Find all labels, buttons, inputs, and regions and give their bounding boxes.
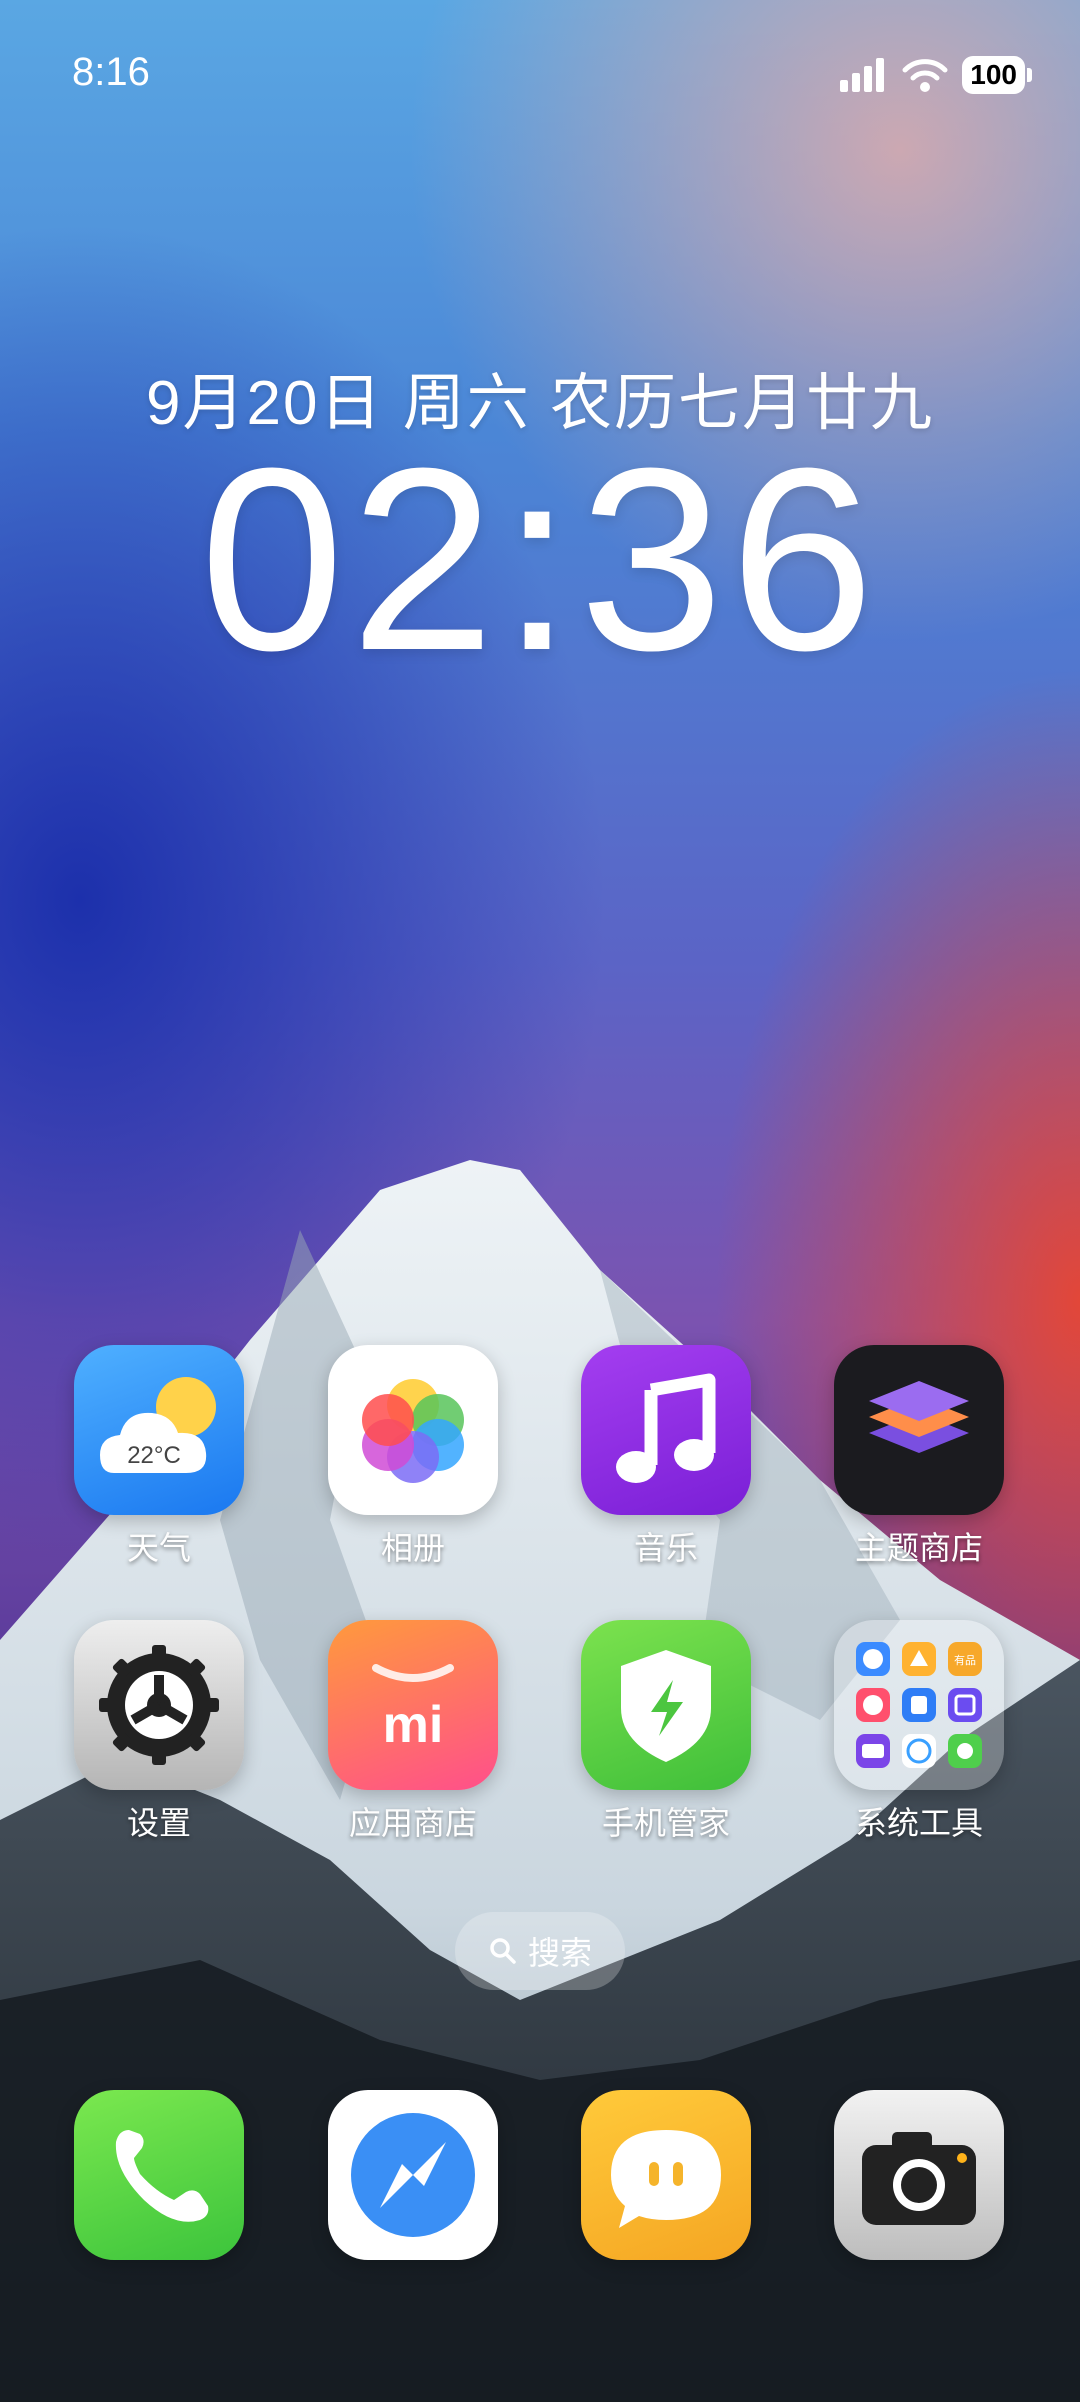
search-button[interactable]: 搜索: [455, 1912, 625, 1990]
app-settings[interactable]: 设置: [74, 1620, 244, 1844]
app-label: 音乐: [633, 1530, 698, 1566]
folder-icon: 有品: [834, 1620, 1004, 1790]
app-label: 应用商店: [348, 1805, 477, 1841]
battery-level: 100: [962, 56, 1025, 94]
status-bar: 8:16 100: [0, 0, 1080, 150]
weather-icon: 22°C: [74, 1345, 244, 1515]
weather-temp: 22°C: [127, 1442, 181, 1469]
lock-clock: 02:36: [199, 415, 881, 705]
dock-camera[interactable]: [834, 2090, 1004, 2260]
search-icon: [490, 1938, 516, 1964]
app-store[interactable]: mi 应用商店: [328, 1620, 498, 1844]
browser-icon: [328, 2090, 498, 2260]
dock-messages[interactable]: [581, 2090, 751, 2260]
app-label: 天气: [126, 1530, 191, 1566]
app-label: 设置: [126, 1805, 191, 1841]
app-themes[interactable]: 主题商店: [834, 1345, 1004, 1569]
gallery-icon: [328, 1345, 498, 1515]
app-label: 相册: [380, 1530, 445, 1566]
app-security[interactable]: 手机管家: [581, 1620, 751, 1844]
dock-phone[interactable]: [74, 2090, 244, 2260]
messages-icon: [581, 2090, 751, 2260]
wifi-icon: [902, 59, 948, 92]
mi-app-store-icon: mi: [328, 1620, 498, 1790]
phone-icon: [74, 2090, 244, 2260]
security-icon: [581, 1620, 751, 1790]
app-music[interactable]: 音乐: [581, 1345, 751, 1569]
battery-indicator: 100: [962, 56, 1032, 94]
status-time: 8:16: [72, 50, 150, 94]
mi-logo-text: mi: [383, 1696, 444, 1754]
settings-icon: [74, 1620, 244, 1790]
battery-tip: [1027, 68, 1032, 82]
camera-icon: [834, 2090, 1004, 2260]
app-label: 手机管家: [601, 1805, 730, 1841]
dock-browser[interactable]: [328, 2090, 498, 2260]
app-gallery[interactable]: 相册: [328, 1345, 498, 1569]
app-label: 系统工具: [854, 1805, 983, 1841]
app-system-tools-folder[interactable]: 有品 系统工具: [834, 1620, 1004, 1844]
signal-icon: [840, 58, 885, 92]
folder-mini-text: 有品: [954, 1653, 976, 1667]
music-icon: [581, 1345, 751, 1515]
app-weather[interactable]: 22°C 天气: [74, 1345, 244, 1569]
app-label: 主题商店: [854, 1530, 983, 1566]
themes-icon: [834, 1345, 1004, 1515]
search-label: 搜索: [527, 1935, 592, 1971]
